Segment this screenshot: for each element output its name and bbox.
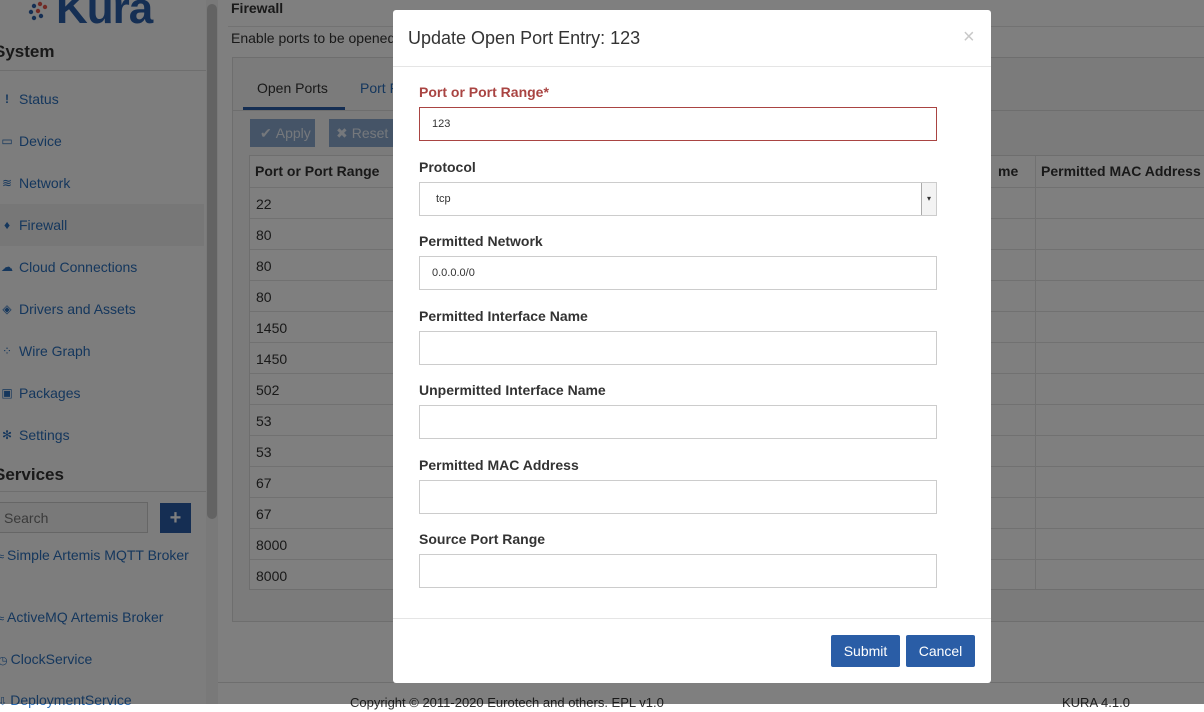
port-range-input[interactable]: 123	[419, 107, 937, 141]
permitted-network-label: Permitted Network	[419, 233, 543, 249]
permitted-mac-input[interactable]	[419, 480, 937, 514]
update-open-port-dialog: Update Open Port Entry: 123 × Port or Po…	[393, 10, 991, 683]
protocol-value: tcp	[436, 193, 451, 205]
protocol-select[interactable]: tcp ▾	[419, 182, 937, 216]
dialog-header-divider	[393, 66, 991, 67]
permitted-network-input[interactable]: 0.0.0.0/0	[419, 256, 937, 290]
port-range-label: Port or Port Range*	[419, 84, 549, 100]
close-icon[interactable]: ×	[963, 26, 975, 49]
cancel-button[interactable]: Cancel	[906, 635, 975, 667]
source-port-range-input[interactable]	[419, 554, 937, 588]
protocol-label: Protocol	[419, 159, 476, 175]
unpermitted-interface-input[interactable]	[419, 405, 937, 439]
permitted-interface-input[interactable]	[419, 331, 937, 365]
chevron-down-icon: ▾	[921, 183, 936, 215]
permitted-interface-label: Permitted Interface Name	[419, 308, 588, 324]
unpermitted-interface-label: Unpermitted Interface Name	[419, 382, 606, 398]
submit-button[interactable]: Submit	[831, 635, 900, 667]
source-port-range-label: Source Port Range	[419, 531, 546, 547]
dialog-title: Update Open Port Entry: 123	[408, 28, 641, 48]
permitted-mac-label: Permitted MAC Address	[419, 457, 579, 473]
dialog-footer-divider	[393, 618, 991, 619]
